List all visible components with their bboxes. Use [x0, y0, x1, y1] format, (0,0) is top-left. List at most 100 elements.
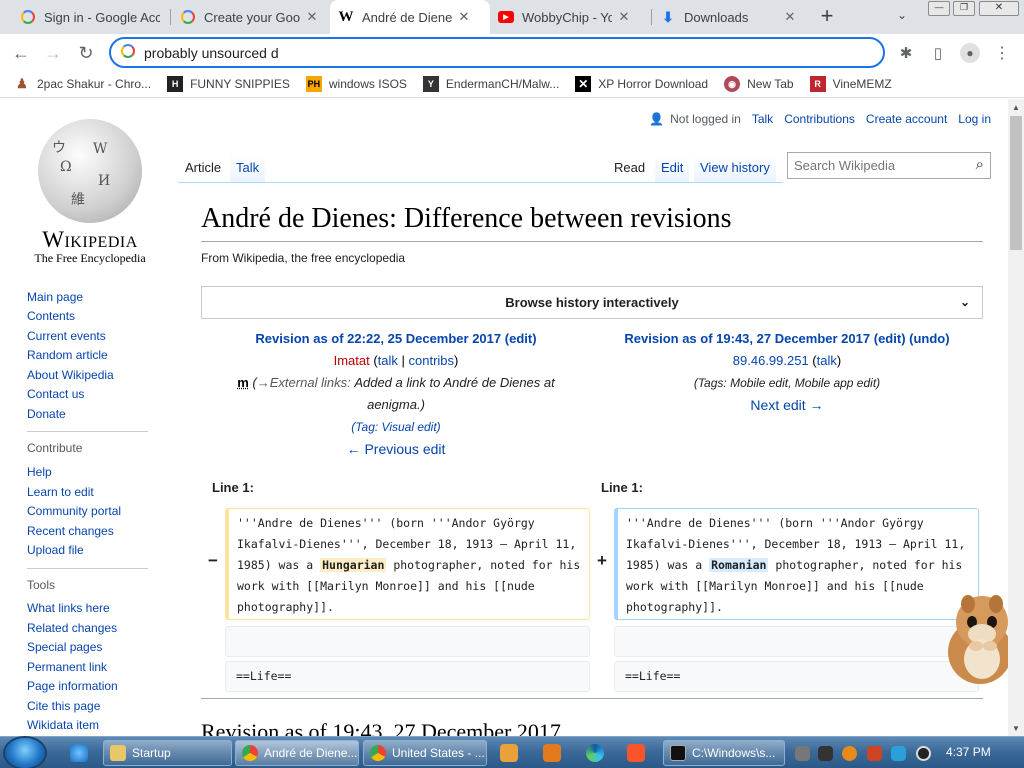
summary-section-link[interactable]: →External links: — [257, 375, 351, 390]
bookmark-xp-horror[interactable]: ✕ XP Horror Download — [575, 76, 708, 92]
tab-talk[interactable]: Talk — [230, 153, 266, 183]
forward-icon[interactable]: → — [40, 40, 66, 66]
taskbar-startup[interactable]: Startup — [103, 740, 232, 766]
right-talk-link[interactable]: talk — [817, 353, 837, 368]
wiki-search-box[interactable]: ⌕ — [787, 152, 991, 179]
tab-wikipedia-diff[interactable]: W André de Dienes: Difference between re… — [330, 0, 490, 34]
right-edit-link[interactable]: edit — [878, 331, 901, 346]
left-contribs-link[interactable]: contribs — [409, 353, 455, 368]
address-input[interactable] — [144, 44, 744, 61]
tab-edit[interactable]: Edit — [655, 153, 690, 183]
left-edit-link[interactable]: edit — [509, 331, 532, 346]
taskbar-chrome-wikipedia[interactable]: André de Diene... — [235, 740, 359, 766]
wiki-search-input[interactable] — [794, 158, 964, 173]
edge-icon[interactable] — [586, 744, 604, 762]
bookmark-funny-snippies[interactable]: H FUNNY SNIPPIES — [167, 76, 290, 92]
nav-upload-file[interactable]: Upload file — [27, 543, 84, 557]
tool-related-changes[interactable]: Related changes — [27, 621, 117, 635]
undo-link[interactable]: undo — [913, 331, 945, 346]
address-bar[interactable] — [109, 37, 885, 68]
talk-link[interactable]: Talk — [752, 112, 773, 126]
nav-learn-to-edit[interactable]: Learn to edit — [27, 485, 94, 499]
create-account-link[interactable]: Create account — [866, 112, 947, 126]
nav-recent-changes[interactable]: Recent changes — [27, 524, 114, 538]
bookmark-vinememz[interactable]: R VineMEMZ — [809, 76, 892, 92]
paint-icon[interactable] — [543, 744, 561, 762]
tab-read[interactable]: Read — [608, 153, 652, 183]
close-tab-icon[interactable]: ✕ — [304, 9, 320, 25]
nav-current-events[interactable]: Current events — [27, 329, 106, 343]
tool-wikidata-item[interactable]: Wikidata item — [27, 718, 99, 732]
tab-youtube[interactable]: ▶ WobbyChip - YouTube ✕ — [490, 0, 650, 34]
nav-contact[interactable]: Contact us — [27, 387, 84, 401]
tab-view-history[interactable]: View history — [694, 153, 776, 183]
bookmark-2pac[interactable]: ♟ 2pac Shakur - Chro... — [14, 76, 151, 92]
media-player-icon[interactable] — [500, 744, 518, 762]
nav-donate[interactable]: Donate — [27, 407, 66, 421]
side-panel-icon[interactable]: ▯ — [925, 40, 951, 66]
bookmark-windows-isos[interactable]: PH windows ISOS — [305, 76, 407, 92]
next-edit-link[interactable]: Next edit → — [597, 394, 977, 416]
internet-explorer-icon[interactable] — [70, 744, 88, 762]
left-talk-link[interactable]: talk — [378, 353, 398, 368]
tool-page-information[interactable]: Page information — [27, 679, 118, 693]
menu-icon[interactable]: ⋮ — [989, 40, 1015, 66]
tool-what-links-here[interactable]: What links here — [27, 601, 110, 615]
scrollbar-thumb[interactable] — [1010, 116, 1022, 250]
tool-special-pages[interactable]: Special pages — [27, 640, 102, 654]
tray-icon[interactable] — [818, 746, 833, 761]
scroll-down-icon[interactable]: ▼ — [1008, 720, 1024, 736]
previous-edit-link[interactable]: ← Previous edit — [206, 438, 586, 460]
back-icon[interactable]: ← — [8, 40, 34, 66]
close-tab-icon[interactable]: ✕ — [456, 9, 472, 25]
scroll-up-icon[interactable]: ▲ — [1008, 99, 1024, 115]
tray-icon[interactable] — [916, 746, 931, 761]
nav-help[interactable]: Help — [27, 465, 52, 479]
close-tab-icon[interactable]: ✕ — [782, 9, 798, 25]
tool-cite-this-page[interactable]: Cite this page — [27, 699, 100, 713]
contributions-link[interactable]: Contributions — [784, 112, 855, 126]
tab-downloads[interactable]: ⬇ Downloads ✕ — [652, 0, 806, 34]
nav-about[interactable]: About Wikipedia — [27, 368, 114, 382]
right-revision-header: Revision as of 19:43, 27 December 2017 (… — [597, 328, 977, 416]
taskbar-clock[interactable]: 4:37 PM — [946, 745, 991, 759]
reload-icon[interactable]: ↻ — [73, 40, 99, 66]
start-button[interactable] — [5, 738, 45, 768]
extensions-icon[interactable]: ✱ — [893, 40, 919, 66]
right-user-link[interactable]: 89.46.99.251 — [733, 353, 809, 368]
close-window-button[interactable]: ✕ — [979, 1, 1019, 16]
right-revision-link[interactable]: Revision as of 19:43, 27 December 2017 — [624, 331, 870, 346]
brave-icon[interactable] — [627, 744, 645, 762]
visual-edit-tag-link[interactable]: (Tag: Visual edit) — [351, 420, 440, 434]
profile-icon[interactable]: ● — [957, 40, 983, 66]
nav-random-article[interactable]: Random article — [27, 348, 108, 362]
google-icon — [121, 44, 135, 61]
taskbar-chrome-us[interactable]: United States - ... — [363, 740, 487, 766]
restore-button[interactable]: ❐ — [953, 1, 975, 16]
tab-create-account[interactable]: Create your Google Account ✕ — [172, 0, 328, 34]
new-tab-button[interactable]: + — [816, 5, 838, 27]
nav-contents[interactable]: Contents — [27, 309, 75, 323]
bookmark-label: 2pac Shakur - Chro... — [37, 77, 152, 91]
tray-icon[interactable] — [891, 746, 906, 761]
tray-icon[interactable] — [842, 746, 857, 761]
left-revision-link[interactable]: Revision as of 22:22, 25 December 2017 — [255, 331, 501, 346]
tab-search-icon[interactable]: ⌄ — [897, 8, 907, 22]
search-icon[interactable]: ⌕ — [976, 156, 984, 173]
left-user-link[interactable]: Imatat — [334, 353, 370, 368]
wikipedia-logo[interactable]: ΩWИ維ウ Wikipedia The Free Encyclopedia — [25, 119, 155, 266]
log-in-link[interactable]: Log in — [958, 112, 991, 126]
close-tab-icon[interactable]: ✕ — [616, 9, 632, 25]
tab-article[interactable]: Article — [179, 153, 228, 183]
bookmark-endermanch[interactable]: Y EndermanCH/Malw... — [422, 76, 559, 92]
bookmark-new-tab[interactable]: ◉ New Tab — [724, 76, 794, 92]
browse-history-toggle[interactable]: Browse history interactively ⌄ — [201, 286, 983, 319]
tray-icon[interactable] — [867, 746, 882, 761]
minimize-button[interactable]: — — [928, 1, 950, 16]
tray-icon[interactable] — [795, 746, 810, 761]
nav-main-page[interactable]: Main page — [27, 290, 83, 304]
tab-sign-in[interactable]: Sign in - Google Accounts — [12, 0, 168, 34]
tool-permanent-link[interactable]: Permanent link — [27, 660, 107, 674]
taskbar-cmd[interactable]: C:\Windows\s... — [663, 740, 785, 766]
nav-community-portal[interactable]: Community portal — [27, 504, 121, 518]
